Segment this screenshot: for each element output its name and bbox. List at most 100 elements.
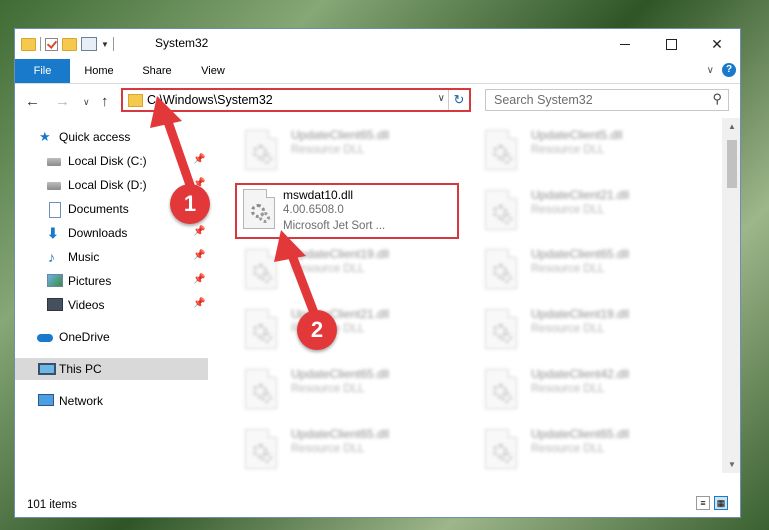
- file-tile-highlighted[interactable]: mswdat10.dll 4.00.6508.0 Microsoft Jet S…: [235, 183, 459, 239]
- file-name: UpdateClient5.dll: [531, 128, 623, 142]
- nav-item-videos[interactable]: Videos 📌: [15, 294, 208, 316]
- file-name: UpdateClient65.dll: [291, 427, 390, 441]
- dll-file-icon: [485, 130, 517, 170]
- nav-item-downloads[interactable]: ⬇ Downloads 📌: [15, 222, 208, 244]
- gear-icon: [501, 213, 512, 224]
- dll-file-icon: [485, 190, 517, 230]
- scroll-down-icon[interactable]: ▼: [722, 456, 740, 473]
- properties-check-icon[interactable]: [45, 37, 58, 51]
- tab-home[interactable]: Home: [77, 59, 121, 83]
- gear-icon: [261, 153, 272, 164]
- scrollbar-thumb[interactable]: [727, 140, 737, 188]
- nav-label: Music: [68, 250, 100, 264]
- recent-locations-chevron-icon[interactable]: ∨: [83, 97, 90, 108]
- dll-file-icon: [245, 369, 277, 409]
- file-tile[interactable]: UpdateClient42.dll Resource DLL: [475, 363, 695, 417]
- disk-icon: [47, 182, 61, 190]
- gear-icon: [261, 332, 272, 343]
- nav-item-this-pc[interactable]: This PC: [15, 358, 208, 380]
- nav-label: Downloads: [68, 226, 128, 240]
- nav-label: Quick access: [59, 130, 131, 144]
- tab-view[interactable]: View: [191, 59, 235, 83]
- ribbon-controls: ∨ ?: [707, 63, 736, 77]
- file-description: Resource DLL: [291, 443, 365, 455]
- file-description: Resource DLL: [531, 263, 605, 275]
- up-arrow-icon[interactable]: ↑: [101, 93, 109, 110]
- properties-icon[interactable]: [81, 37, 97, 51]
- close-button[interactable]: ✕: [694, 29, 740, 59]
- maximize-button[interactable]: [648, 29, 694, 59]
- file-tile[interactable]: UpdateClient65.dll Resource DLL: [235, 124, 455, 178]
- music-icon: ♪: [48, 249, 55, 265]
- toolbar-divider: [112, 37, 114, 51]
- nav-label: Pictures: [68, 274, 112, 288]
- back-arrow-icon[interactable]: ←: [25, 93, 40, 110]
- address-bar[interactable]: C:\Windows\System32 ∨ ↻: [121, 88, 471, 112]
- address-path[interactable]: C:\Windows\System32: [147, 93, 273, 107]
- dll-file-icon: [245, 309, 277, 349]
- nav-quick-access[interactable]: ★ Quick access: [15, 126, 208, 148]
- dll-file-icon: [243, 189, 275, 229]
- expand-ribbon-icon[interactable]: ∨: [707, 65, 714, 76]
- step-2-badge: 2: [297, 310, 337, 350]
- title-bar: ▼ System32 ✕: [15, 29, 740, 59]
- gear-icon: [261, 392, 272, 403]
- file-tile[interactable]: UpdateClient65.dll Resource DLL: [235, 363, 455, 417]
- large-icons-view-icon[interactable]: ▦: [714, 496, 728, 510]
- file-tile[interactable]: UpdateClient65.dll Resource DLL: [475, 243, 695, 297]
- ribbon-tabs: File Home Share View ∨ ?: [15, 59, 740, 84]
- navigation-pane: ★ Quick access Local Disk (C:) 📌 Local D…: [15, 118, 208, 473]
- item-count: 101 items: [27, 499, 77, 511]
- navigation-bar: ← → ∨ ↑ C:\Windows\System32 ∨ ↻ Search S…: [15, 84, 740, 118]
- nav-label: OneDrive: [59, 330, 110, 344]
- file-tile[interactable]: UpdateClient19.dll Resource DLL: [235, 243, 455, 297]
- file-name: UpdateClient42.dll: [531, 367, 630, 381]
- file-tile[interactable]: UpdateClient65.dll Resource DLL: [235, 423, 455, 473]
- file-tile[interactable]: UpdateClient21.dll Resource DLL: [475, 184, 695, 238]
- nav-item-onedrive[interactable]: OneDrive: [15, 326, 208, 348]
- minimize-button[interactable]: [602, 29, 648, 59]
- nav-item-local-disk-c[interactable]: Local Disk (C:) 📌: [15, 150, 208, 172]
- file-tile[interactable]: UpdateClient65.dll Resource DLL: [475, 423, 695, 473]
- file-description: Resource DLL: [531, 323, 605, 335]
- details-view-icon[interactable]: ≡: [696, 496, 710, 510]
- file-tile[interactable]: UpdateClient5.dll Resource DLL: [475, 124, 695, 178]
- status-bar: 101 items ≡ ▦: [15, 473, 740, 517]
- file-description: Resource DLL: [531, 443, 605, 455]
- file-list: UpdateClient65.dll Resource DLL mswdat10…: [225, 118, 722, 473]
- file-version: 4.00.6508.0: [283, 204, 344, 216]
- nav-item-music[interactable]: ♪ Music 📌: [15, 246, 208, 268]
- tab-file[interactable]: File: [15, 59, 70, 83]
- pin-icon: 📌: [193, 274, 206, 285]
- refresh-icon[interactable]: ↻: [448, 90, 469, 110]
- gear-icon: [501, 392, 512, 403]
- dll-file-icon: [245, 429, 277, 469]
- file-name: UpdateClient65.dll: [531, 247, 630, 261]
- tab-share[interactable]: Share: [135, 59, 179, 83]
- scroll-up-icon[interactable]: ▲: [722, 118, 740, 135]
- file-description: Resource DLL: [531, 144, 605, 156]
- folder-icon: [21, 37, 36, 51]
- nav-item-pictures[interactable]: Pictures 📌: [15, 270, 208, 292]
- file-tile[interactable]: UpdateClient21.dll Resource DLL: [235, 303, 455, 357]
- quick-access-toolbar: ▼: [21, 35, 114, 53]
- file-description: Resource DLL: [531, 383, 605, 395]
- videos-icon: [47, 298, 63, 311]
- search-icon[interactable]: ⚲: [712, 91, 722, 107]
- nav-item-network[interactable]: Network: [15, 390, 208, 412]
- help-icon[interactable]: ?: [722, 63, 736, 77]
- new-folder-icon[interactable]: [62, 37, 77, 51]
- pin-icon: 📌: [193, 154, 206, 165]
- file-description: Resource DLL: [531, 204, 605, 216]
- search-box[interactable]: Search System32 ⚲: [485, 89, 729, 111]
- pin-icon: 📌: [193, 298, 206, 309]
- address-dropdown-icon[interactable]: ∨: [438, 93, 445, 104]
- this-pc-icon: [38, 363, 56, 375]
- vertical-scrollbar[interactable]: ▲ ▼: [722, 118, 740, 473]
- forward-arrow-icon[interactable]: →: [55, 93, 70, 110]
- dll-file-icon: [245, 249, 277, 289]
- file-name: UpdateClient65.dll: [291, 367, 390, 381]
- customize-toolbar-dropdown-icon[interactable]: ▼: [101, 40, 109, 49]
- disk-icon: [47, 158, 61, 166]
- file-tile[interactable]: UpdateClient19.dll Resource DLL: [475, 303, 695, 357]
